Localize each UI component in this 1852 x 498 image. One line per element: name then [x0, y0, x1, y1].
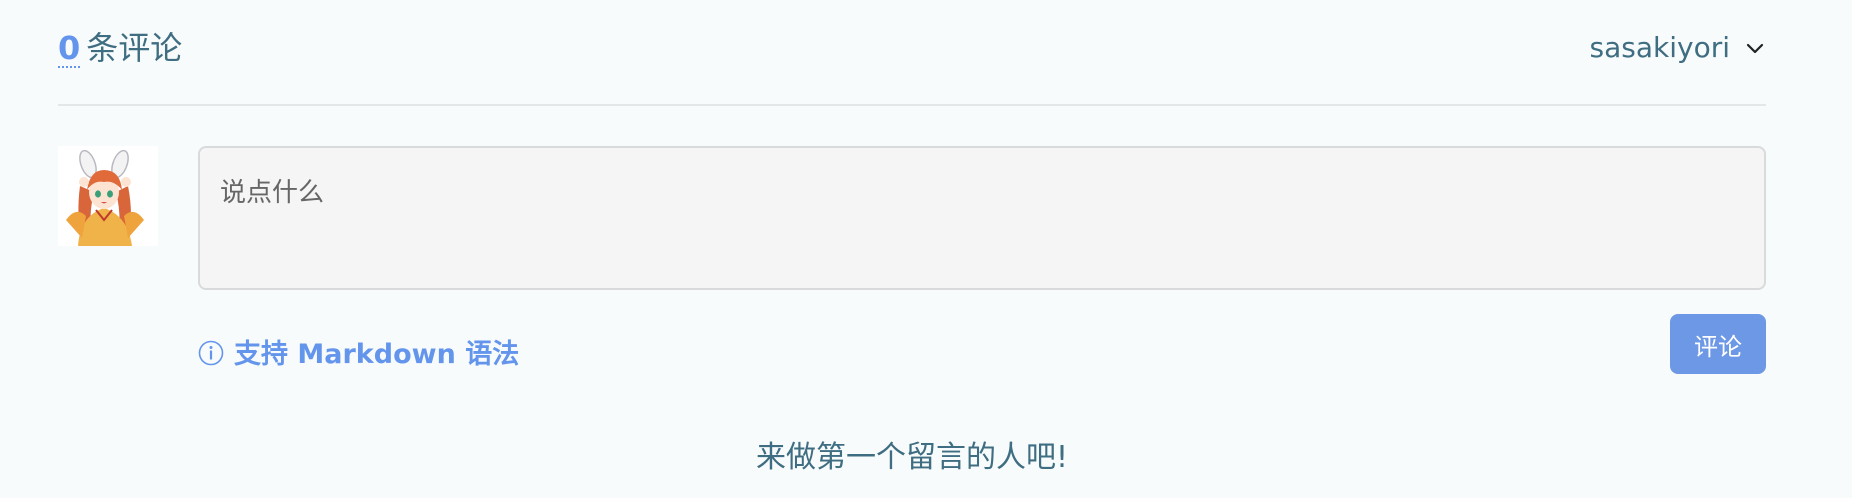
info-icon: [198, 340, 224, 365]
markdown-hint-link[interactable]: 支持 Markdown 语法: [198, 332, 519, 371]
comment-count-number[interactable]: 0: [58, 30, 81, 68]
markdown-hint-label[interactable]: 支持 Markdown 语法: [234, 332, 519, 371]
chevron-down-icon[interactable]: [1744, 37, 1766, 59]
comment-count-label: 条评论: [86, 29, 183, 67]
comment-input[interactable]: [198, 146, 1766, 290]
username[interactable]: sasakiyori: [1590, 30, 1730, 66]
comment-header: 0 条评论 sasakiyori: [58, 24, 1766, 74]
comment-section: 0 条评论 sasakiyori 说点什么 支持 Markdown 语法 评论 …: [58, 0, 1766, 498]
user-menu[interactable]: sasakiyori: [1590, 30, 1766, 66]
header-divider: [58, 104, 1766, 106]
submit-comment-button[interactable]: 评论: [1670, 314, 1766, 374]
comment-count: 0 条评论: [58, 28, 182, 68]
avatar: [58, 146, 158, 246]
empty-comments-message: 来做第一个留言的人吧!: [755, 440, 1069, 475]
avatar-image: [66, 149, 144, 246]
